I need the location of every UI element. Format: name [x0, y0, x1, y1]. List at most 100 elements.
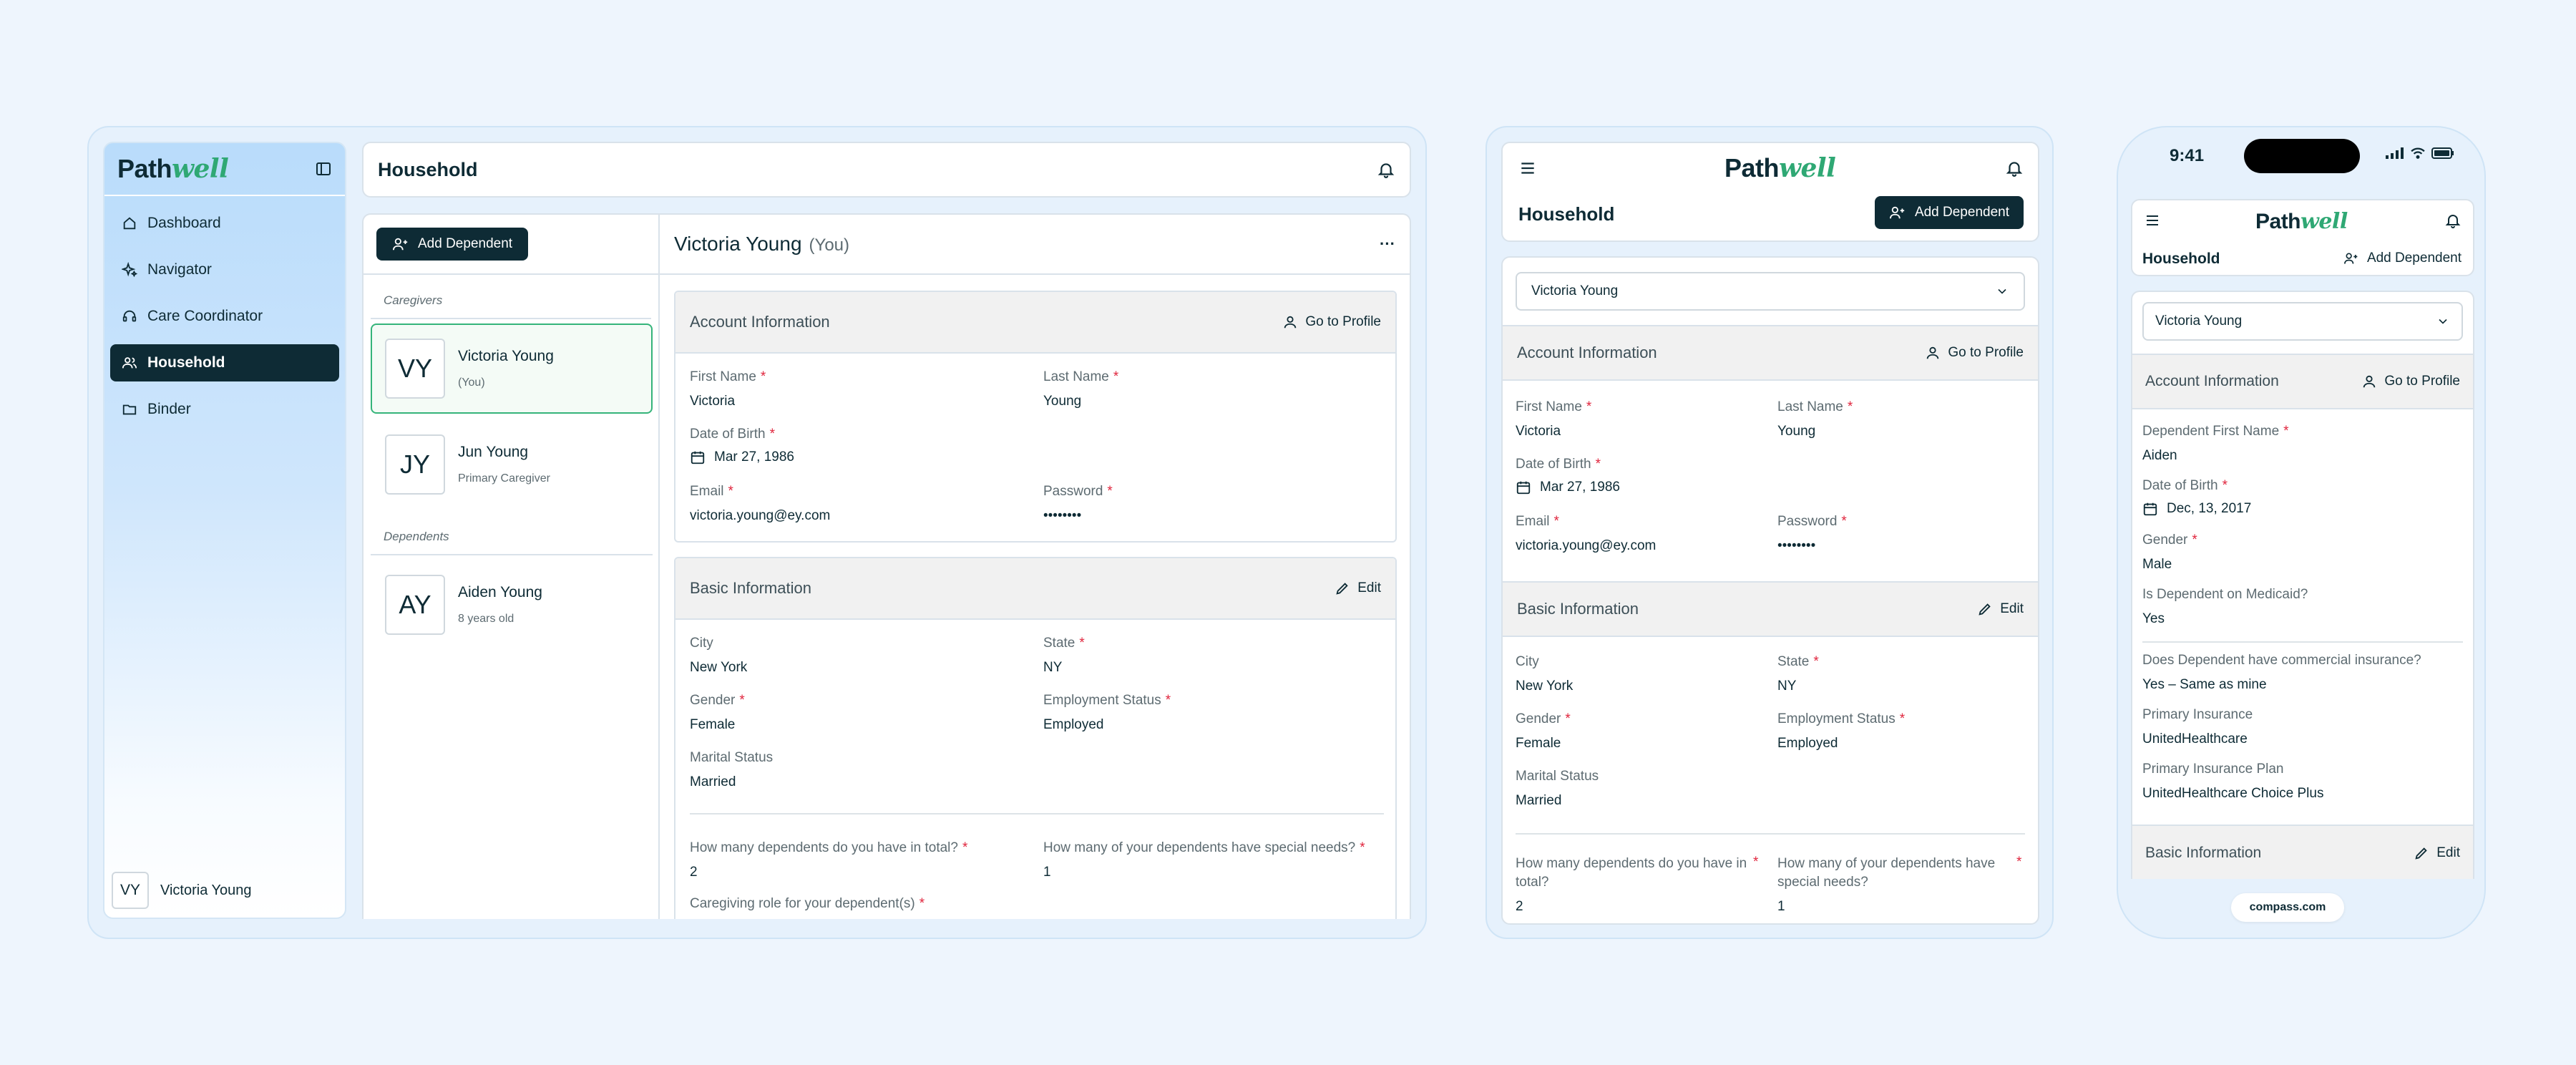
edit-button[interactable]: Edit: [1977, 601, 2024, 617]
marital-value: Married: [1516, 793, 1562, 808]
sidebar-item-binder[interactable]: Binder: [110, 391, 339, 428]
commercial-label: Does Dependent have commercial insurance…: [2142, 653, 2421, 668]
dependents-total-value: 2: [690, 865, 698, 880]
status-icons: [2386, 147, 2454, 159]
marital-label: Marital Status: [1516, 769, 1599, 784]
sidebar-item-navigator[interactable]: Navigator: [110, 251, 339, 288]
dob-value: Dec, 13, 2017: [2142, 501, 2251, 517]
sidebar-user[interactable]: VY Victoria Young: [112, 872, 252, 909]
required-marker: *: [1753, 855, 1759, 870]
sidebar-item-care-coordinator[interactable]: Care Coordinator: [110, 298, 339, 335]
employment-value: Employed: [1777, 736, 1838, 751]
section-title: Account Information: [1517, 344, 1657, 361]
required-marker: *: [2016, 855, 2022, 870]
dependents-total-label: How many dependents do you have in total…: [690, 840, 968, 855]
list-item[interactable]: AY Aiden Young 8 years old: [371, 560, 653, 650]
dep-first-name-label: Dependent First Name *: [2142, 424, 2289, 439]
special-needs-value: 1: [1777, 899, 1785, 914]
primary-ins-label: Primary Insurance: [2142, 707, 2253, 722]
special-needs-label: How many of your dependents have special…: [1777, 856, 1996, 890]
account-info-header: Account Information Go to Profile: [2132, 354, 2473, 409]
calendar-icon: [2142, 501, 2158, 517]
sidebar-item-household[interactable]: Household: [110, 344, 339, 381]
member-select[interactable]: Victoria Young: [2142, 302, 2463, 341]
gender-label: Gender *: [1516, 711, 1571, 726]
city-label: City: [1516, 654, 1539, 669]
sparkle-icon: [122, 262, 137, 278]
pencil-icon: [1335, 580, 1350, 596]
go-to-profile-button[interactable]: Go to Profile: [1925, 345, 2024, 361]
brand-logo: Pathwell: [1724, 153, 1836, 183]
sidebar-header: Pathwell: [104, 143, 345, 196]
edit-button[interactable]: Edit: [2414, 845, 2460, 861]
url-bar[interactable]: compass.com: [2231, 893, 2344, 922]
sidebar-toggle-icon[interactable]: [315, 160, 332, 178]
go-to-profile-button[interactable]: Go to Profile: [2361, 374, 2460, 389]
pencil-icon: [1977, 601, 1993, 617]
city-value: New York: [690, 660, 748, 675]
brand-logo: Pathwell: [2255, 209, 2348, 234]
sidebar-item-label: Navigator: [147, 261, 212, 278]
basic-info-header: Basic Information Edit: [2132, 825, 2473, 879]
section-title: Account Information: [690, 313, 830, 331]
bell-icon[interactable]: [2005, 159, 2024, 178]
detail-title: Victoria Young (You): [674, 233, 850, 255]
caregiving-role-label: Caregiving role for your dependent(s) *: [690, 896, 925, 911]
dob-value: Mar 27, 1986: [1516, 480, 1620, 495]
user-name: Victoria Young: [160, 882, 252, 898]
sidebar-item-dashboard[interactable]: Dashboard: [110, 205, 339, 242]
marital-value: Married: [690, 774, 736, 789]
gender-value: Male: [2142, 557, 2172, 572]
user-icon: [1282, 314, 1298, 330]
email-label: Email *: [1516, 514, 1559, 529]
basic-info-header: Basic Information Edit: [1503, 581, 2038, 637]
menu-icon[interactable]: [2144, 212, 2161, 229]
state-value: NY: [1043, 660, 1063, 675]
section-title: Basic Information: [690, 579, 811, 597]
pencil-icon: [2414, 845, 2429, 861]
wifi-icon: [2410, 147, 2426, 159]
member-select[interactable]: Victoria Young: [1516, 272, 2025, 311]
sidebar-item-label: Binder: [147, 401, 191, 417]
gender-value: Female: [690, 717, 736, 732]
password-value: ••••••••: [1043, 508, 1082, 523]
list-item[interactable]: VY Victoria Young (You): [371, 324, 653, 414]
primary-plan-value: UnitedHealthcare Choice Plus: [2142, 786, 2324, 801]
dob-label: Date of Birth *: [690, 427, 776, 442]
go-to-profile-button[interactable]: Go to Profile: [1282, 314, 1381, 330]
avatar: JY: [385, 434, 445, 495]
brand-logo: Pathwell: [117, 154, 229, 184]
more-icon[interactable]: ···: [1380, 235, 1395, 253]
sidebar-item-label: Care Coordinator: [147, 308, 263, 324]
tablet-detail: Victoria Young Account Information Go to…: [1501, 256, 2039, 925]
email-value: victoria.young@ey.com: [690, 508, 831, 523]
state-value: NY: [1777, 679, 1797, 694]
edit-button[interactable]: Edit: [1335, 580, 1381, 596]
list-item[interactable]: JY Jun Young Primary Caregiver: [371, 419, 653, 510]
password-label: Password *: [1777, 514, 1847, 529]
tablet-frame: Pathwell Household Add Dependent Victori…: [1485, 126, 2054, 939]
special-needs-label: How many of your dependents have special…: [1043, 840, 1365, 855]
add-user-icon: [392, 236, 409, 252]
caregivers-heading: Caregivers: [384, 293, 443, 307]
status-time: 9:41: [2170, 146, 2205, 165]
headset-icon: [122, 308, 137, 324]
first-name-value: Victoria: [1516, 424, 1561, 439]
employment-label: Employment Status *: [1043, 693, 1171, 708]
chevron-down-icon: [1995, 284, 2009, 298]
tablet-header: Pathwell Household Add Dependent: [1501, 142, 2039, 242]
add-dependent-button[interactable]: Add Dependent: [2343, 251, 2462, 266]
dob-label: Date of Birth *: [1516, 457, 1601, 472]
add-dependent-button[interactable]: Add Dependent: [376, 228, 529, 261]
bell-icon[interactable]: [1377, 160, 1395, 179]
account-info-section: Account Information Go to Profile First …: [674, 291, 1397, 543]
page-title: Household: [1518, 203, 1615, 225]
dependents-total-label: How many dependents do you have in total…: [1516, 856, 1747, 890]
gender-label: Gender *: [2142, 532, 2197, 548]
signal-icon: [2386, 147, 2404, 159]
add-dependent-button[interactable]: Add Dependent: [1874, 196, 2024, 229]
member-list: Add Dependent Caregivers VY Victoria You…: [364, 215, 660, 919]
bell-icon[interactable]: [2444, 212, 2462, 229]
menu-icon[interactable]: [1518, 159, 1537, 178]
dep-first-name-value: Aiden: [2142, 448, 2177, 463]
